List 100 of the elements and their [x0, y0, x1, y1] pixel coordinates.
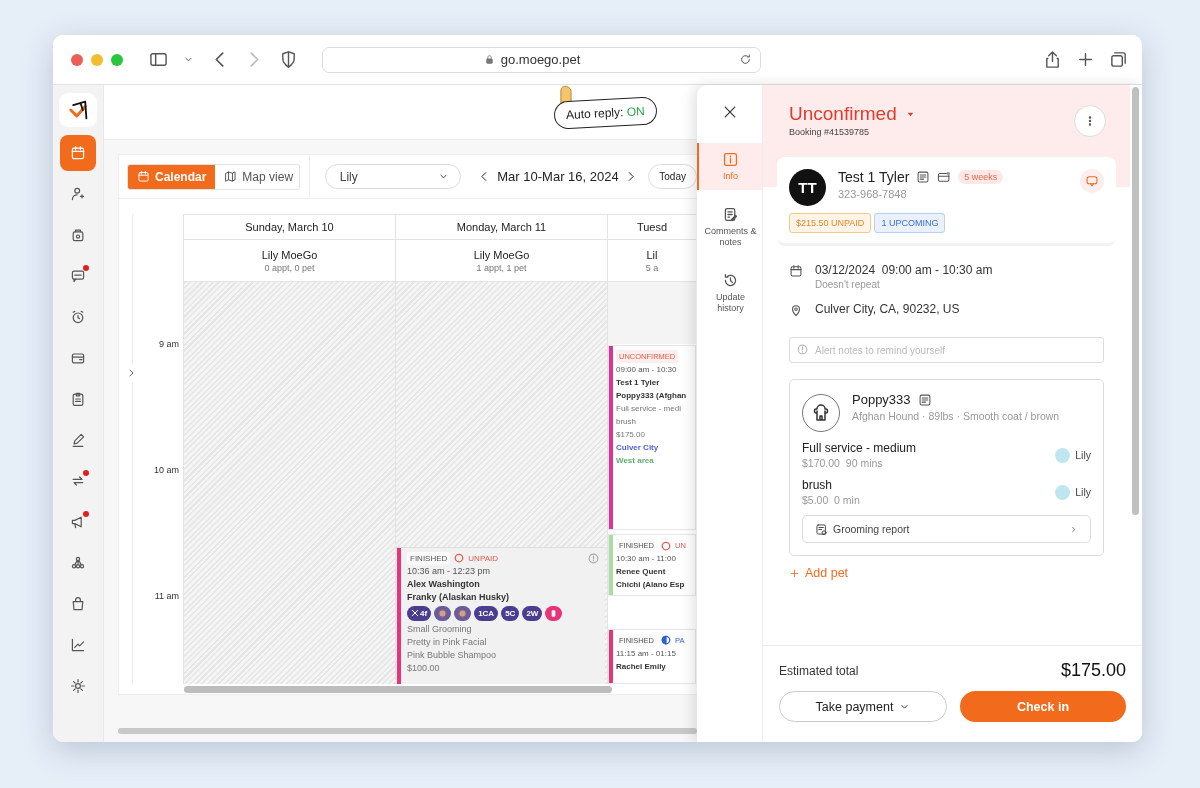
forward-icon — [250, 52, 259, 67]
appointment-card[interactable]: FINISHED UNPAID 10:36 am - 12:23 pm Alex Washington Franky (Alaskan Husky) 4f 1CA 5C 2W Small Grooming Pretty in Pink Facial Pink Bubble Shampoo $100.00 — [397, 546, 605, 684]
info-icon — [797, 344, 808, 355]
tabs-icon — [1109, 50, 1128, 69]
lock-icon — [483, 54, 495, 65]
window-control[interactable] — [111, 53, 123, 66]
chat-icon — [70, 268, 86, 284]
pet-code-badge: 4f — [407, 605, 432, 621]
window-control[interactable] — [71, 53, 83, 66]
appointment-date-time: 03/12/2024 09:00 am - 10:30 am — [815, 263, 993, 277]
chat-icon — [1085, 174, 1099, 188]
window-control[interactable] — [91, 53, 103, 66]
repeat-info: Doesn't repeat — [815, 279, 881, 290]
view-tab[interactable]: Map view — [215, 164, 299, 189]
client-name: Renee Quent — [616, 566, 667, 578]
reload-icon — [739, 53, 752, 66]
notes-icon — [917, 392, 932, 407]
url-text: go.moego.pet — [500, 52, 581, 67]
staff-avatar — [1055, 447, 1071, 463]
panel-tab[interactable]: Update history — [697, 264, 762, 322]
report-icon — [815, 522, 828, 536]
auto-reply-badge[interactable]: Auto reply: ON — [553, 96, 658, 130]
service-price-duration: $5.00 0 min — [802, 494, 860, 506]
bag-icon — [70, 227, 86, 243]
chevron-right-icon — [1069, 524, 1078, 534]
service-line: Small Grooming — [407, 622, 473, 636]
scrollbar[interactable] — [1132, 87, 1139, 515]
alert-notes-field[interactable]: Alert notes to remind yourself — [789, 337, 1104, 363]
total-amount: $175.00 — [1060, 660, 1126, 681]
location-pin-icon — [789, 303, 803, 317]
time-label: 11 am — [154, 591, 179, 601]
status-dropdown[interactable]: Unconfirmed — [789, 103, 916, 125]
area-tag: Culver City — [616, 441, 659, 454]
pen-icon — [70, 432, 86, 448]
info-icon — [722, 151, 739, 168]
pet-details: Afghan Hound · 89lbs · Smooth coat / brown — [852, 409, 1061, 423]
pet-code-badge: 1CA — [474, 605, 499, 621]
client-tag: 1 UPCOMING — [874, 213, 946, 233]
booking-number: Booking #41539785 — [789, 127, 871, 137]
time-label: 10 am — [154, 465, 179, 475]
service-name: Full service - medium — [802, 441, 917, 455]
service-line: $175.00 — [616, 429, 646, 441]
area-tag: West area — [616, 454, 654, 467]
chart-icon — [70, 637, 86, 653]
client-name[interactable]: Test 1 Tyler — [838, 169, 910, 185]
appointment-summary: 5 a — [645, 262, 659, 273]
auto-reply-label: Auto reply: — [566, 104, 625, 123]
service-line: Full service - medi — [616, 403, 682, 415]
person-icon — [70, 186, 86, 202]
date-range: Mar 10-Mar 16, 2024 — [497, 169, 619, 184]
client-name: Alex Washington — [407, 577, 481, 591]
message-button[interactable] — [1080, 169, 1104, 193]
pet-code-badge: 5C — [501, 605, 520, 621]
panel-tab[interactable]: Comments & notes — [697, 198, 762, 256]
new-tab-icon — [1076, 50, 1095, 69]
pet-name[interactable]: Poppy333 — [852, 392, 911, 407]
scrollbar[interactable] — [118, 728, 697, 734]
card-icon — [937, 170, 952, 184]
staff-name: Lil — [646, 248, 658, 261]
sidebar-item[interactable] — [60, 135, 96, 171]
grooming-report-button[interactable]: Grooming report — [802, 515, 1091, 543]
address-bar[interactable]: go.moego.pet — [322, 46, 761, 73]
pet-name: Poppy333 (Afghan — [616, 390, 688, 402]
frequency-tag: 5 weeks — [958, 170, 1004, 184]
pet-name: Chichi (Alano Esp — [616, 579, 686, 591]
appointment-summary: 0 appt, 0 pet — [264, 262, 315, 273]
time-label: 9 am — [159, 339, 179, 349]
staff-name: Lily — [1075, 486, 1091, 498]
notes-icon — [722, 206, 739, 223]
service-name: brush — [802, 478, 834, 492]
client-name: Test 1 Tyler — [616, 377, 661, 389]
service-line: Pretty in Pink Facial — [407, 635, 488, 649]
back-icon — [215, 52, 224, 67]
appointment-time: 10:36 am - 12:23 pm — [407, 564, 492, 578]
staff-name: Lily MoeGo — [473, 248, 530, 261]
notes-icon — [916, 170, 931, 184]
payment-status: UNPAID — [468, 552, 498, 565]
appointment-summary: 1 appt, 1 pet — [476, 262, 527, 273]
total-label: Estimated total — [779, 663, 859, 678]
auto-reply-state: ON — [626, 103, 646, 119]
appointment-time: 11:15 am - 01:15 — [616, 647, 677, 660]
service-price-duration: $170.00 90 mins — [802, 457, 884, 469]
map-icon — [224, 170, 238, 183]
arrows-icon — [70, 473, 86, 489]
service-line: brush — [616, 416, 637, 428]
service-line: $100.00 — [407, 661, 441, 675]
wallet-icon — [70, 350, 86, 366]
dog-icon — [811, 403, 831, 423]
clipboard-icon — [70, 391, 86, 407]
status-tag: FINISHED — [407, 551, 451, 565]
appointment-time: 09:00 am - 10:30 — [616, 364, 678, 376]
history-icon — [722, 272, 739, 289]
client-tag: $215.50 UNPAID — [789, 213, 872, 233]
shield-icon — [279, 50, 298, 69]
pet-name: Franky (Alaskan Husky) — [407, 590, 511, 604]
alarm-clock-icon — [70, 309, 86, 325]
scrollbar[interactable] — [184, 686, 612, 693]
client-name: Rachel Emily — [616, 660, 667, 673]
day-header: Sunday, March 10 — [184, 214, 395, 240]
staff-avatar — [1055, 484, 1071, 500]
